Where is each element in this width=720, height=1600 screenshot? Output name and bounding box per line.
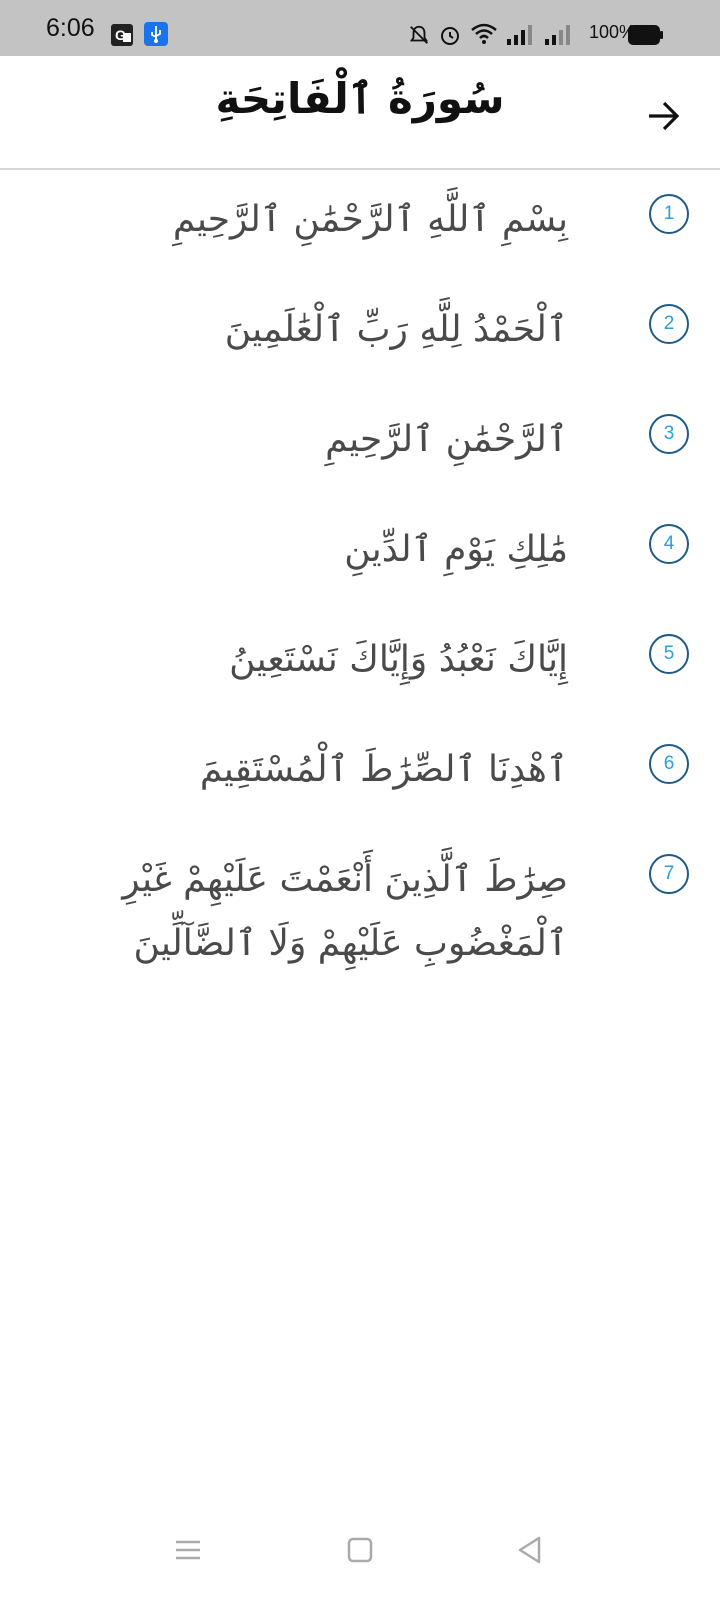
verse-text: ٱلْحَمْدُ لِلَّهِ رَبِّ ٱلْعَٰلَمِينَ: [224, 309, 568, 350]
alarm-icon: [438, 23, 462, 51]
status-time: 6:06: [46, 14, 95, 42]
verse-number-badge: 4: [649, 524, 689, 564]
verse-number-badge: 3: [649, 414, 689, 454]
verse-text: بِسْمِ ٱللَّهِ ٱلرَّحْمَٰنِ ٱلرَّحِيمِ: [172, 199, 568, 240]
app-bar: سُورَةُ ٱلْفَاتِحَةِ: [0, 56, 720, 170]
verse-row[interactable]: صِرَٰطَ ٱلَّذِينَ أَنْعَمْتَ عَلَيْهِمْ …: [0, 830, 720, 970]
verse-row[interactable]: بِسْمِ ٱللَّهِ ٱلرَّحْمَٰنِ ٱلرَّحِيمِ 1: [0, 170, 720, 280]
verse-text: مَٰلِكِ يَوْمِ ٱلدِّينِ: [344, 529, 568, 570]
mute-icon: [408, 24, 430, 50]
back-nav-button[interactable]: [508, 1530, 552, 1574]
wifi-icon: [470, 22, 498, 50]
system-nav-bar: [0, 1500, 720, 1600]
translate-icon: G: [110, 23, 134, 51]
verse-number-badge: 7: [649, 854, 689, 894]
verse-row[interactable]: ٱلْحَمْدُ لِلَّهِ رَبِّ ٱلْعَٰلَمِينَ 2: [0, 280, 720, 390]
signal-icon: [505, 24, 533, 50]
arrow-right-icon: [644, 96, 684, 140]
home-square-icon: [345, 1535, 375, 1569]
verse-text: إِيَّاكَ نَعْبُدُ وَإِيَّاكَ نَسْتَعِينُ: [229, 639, 568, 680]
verse-number-badge: 5: [649, 634, 689, 674]
verse-number-badge: 6: [649, 744, 689, 784]
verse-text: ٱهْدِنَا ٱلصِّرَٰطَ ٱلْمُسْتَقِيمَ: [199, 749, 568, 790]
status-bar: 6:06 G 100%: [0, 0, 720, 56]
verse-number-badge: 1: [649, 194, 689, 234]
usb-icon: [144, 22, 168, 50]
home-button[interactable]: [338, 1530, 382, 1574]
menu-icon: [173, 1535, 203, 1569]
verse-text: صِرَٰطَ ٱلَّذِينَ أَنْعَمْتَ عَلَيْهِمْ …: [122, 859, 568, 964]
verse-row[interactable]: مَٰلِكِ يَوْمِ ٱلدِّينِ 4: [0, 500, 720, 610]
back-button[interactable]: [636, 90, 692, 146]
battery-icon: [628, 24, 664, 50]
verse-text: ٱلرَّحْمَٰنِ ٱلرَّحِيمِ: [325, 419, 568, 460]
page-title: سُورَةُ ٱلْفَاتِحَةِ: [215, 74, 505, 123]
signal-icon: [543, 24, 571, 50]
verse-row[interactable]: ٱلرَّحْمَٰنِ ٱلرَّحِيمِ 3: [0, 390, 720, 500]
verse-row[interactable]: إِيَّاكَ نَعْبُدُ وَإِيَّاكَ نَسْتَعِينُ…: [0, 610, 720, 720]
verse-row[interactable]: ٱهْدِنَا ٱلصِّرَٰطَ ٱلْمُسْتَقِيمَ 6: [0, 720, 720, 830]
back-triangle-icon: [515, 1535, 545, 1569]
verse-number-badge: 2: [649, 304, 689, 344]
menu-button[interactable]: [166, 1530, 210, 1574]
